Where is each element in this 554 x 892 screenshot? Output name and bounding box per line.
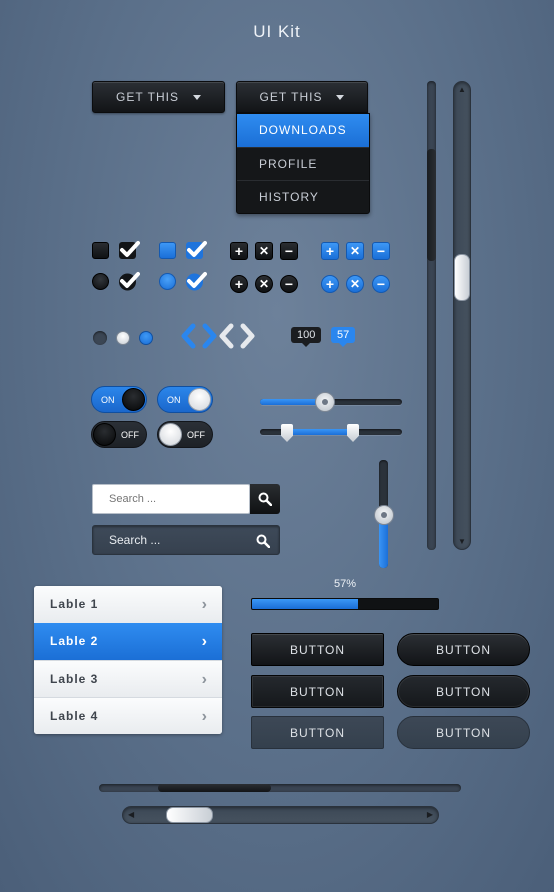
page-dot-blue[interactable] <box>139 331 153 345</box>
slider-handle[interactable] <box>315 392 335 412</box>
chevron-right-icon: › <box>201 633 208 650</box>
times-icon[interactable]: ✕ <box>346 275 364 293</box>
caret-down-icon <box>336 94 345 100</box>
times-icon[interactable]: ✕ <box>255 242 273 260</box>
chevron-right-icon <box>240 323 255 349</box>
checkbox-blue-unchecked[interactable] <box>159 242 176 259</box>
chevron-right-icon: › <box>201 671 208 688</box>
dropdown-menu: DOWNLOADS PROFILE HISTORY <box>236 113 370 214</box>
progress-label: 57% <box>333 578 357 590</box>
search-input[interactable] <box>92 484 250 514</box>
label-list: Lable 1 › Lable 2 › Lable 3 › Lable 4 › <box>34 586 222 734</box>
chevron-left-icon <box>219 323 234 349</box>
check-icon[interactable] <box>185 240 207 260</box>
menu-item-downloads[interactable]: DOWNLOADS <box>237 114 369 147</box>
range-slider-handle-high[interactable] <box>347 424 359 442</box>
scrollbar-thumb[interactable] <box>166 807 213 823</box>
plus-icon[interactable]: + <box>230 275 248 293</box>
toggle-label: ON <box>101 395 115 405</box>
chevron-right-icon: › <box>201 596 208 613</box>
radio-dark-unchecked[interactable] <box>92 273 109 290</box>
badge-count-blue: 57 <box>331 327 356 347</box>
button-square-pressed[interactable]: BUTTON <box>251 675 384 708</box>
toggle-knob <box>159 423 182 446</box>
toggle-on-dark[interactable]: ON <box>91 386 147 413</box>
list-item-selected[interactable]: Lable 2 › <box>34 623 222 660</box>
vertical-slider-handle[interactable] <box>374 505 394 525</box>
toggle-knob <box>122 388 145 411</box>
chevron-right-icon: › <box>201 708 208 725</box>
button-pill-dark[interactable]: BUTTON <box>397 633 530 666</box>
scrollbar-thumb[interactable] <box>454 254 470 301</box>
checkbox-dark-unchecked[interactable] <box>92 242 109 259</box>
dropdown-label: GET THIS <box>116 90 179 104</box>
toggle-off-dark[interactable]: OFF <box>91 421 147 448</box>
vertical-scrollbar-wide[interactable]: ▲ ▼ <box>453 81 471 550</box>
toggle-off-light[interactable]: OFF <box>157 421 213 448</box>
search-icon <box>258 492 272 506</box>
search-placeholder: Search ... <box>109 533 161 547</box>
arrow-down-icon[interactable]: ▼ <box>458 537 466 546</box>
toggle-on-light[interactable]: ON <box>157 386 213 413</box>
page-dot[interactable] <box>93 331 107 345</box>
times-icon[interactable]: ✕ <box>346 242 364 260</box>
minus-icon[interactable]: − <box>372 275 390 293</box>
button-square-muted[interactable]: BUTTON <box>251 716 384 749</box>
chevron-left-icon <box>181 323 196 349</box>
vertical-scrollbar-thin[interactable] <box>427 81 436 550</box>
toggle-label: ON <box>167 395 181 405</box>
list-item[interactable]: Lable 3 › <box>34 660 222 697</box>
chevron-right-icon <box>202 323 217 349</box>
arrow-up-icon[interactable]: ▲ <box>458 85 466 94</box>
minus-icon[interactable]: − <box>280 275 298 293</box>
plus-icon[interactable]: + <box>321 242 339 260</box>
menu-item-profile[interactable]: PROFILE <box>237 147 369 180</box>
list-item-label: Lable 1 <box>50 597 99 611</box>
get-this-dropdown-button[interactable]: GET THIS <box>92 81 225 113</box>
blue-arrows <box>181 323 217 349</box>
white-arrows <box>219 323 255 349</box>
range-slider-handle-low[interactable] <box>281 424 293 442</box>
dropdown-label: GET THIS <box>259 90 323 104</box>
list-item[interactable]: Lable 4 › <box>34 697 222 734</box>
arrow-left-icon[interactable]: ◀ <box>128 810 134 819</box>
button-square-dark[interactable]: BUTTON <box>251 633 384 666</box>
button-pill-muted[interactable]: BUTTON <box>397 716 530 749</box>
button-pill-pressed[interactable]: BUTTON <box>397 675 530 708</box>
times-icon[interactable]: ✕ <box>255 275 273 293</box>
toggle-label: OFF <box>121 430 139 440</box>
scrollbar-thumb[interactable] <box>158 784 271 792</box>
list-item[interactable]: Lable 1 › <box>34 586 222 623</box>
caret-down-icon <box>192 94 201 100</box>
menu-item-history[interactable]: HISTORY <box>237 180 369 213</box>
plus-icon[interactable]: + <box>230 242 248 260</box>
list-item-label: Lable 4 <box>50 709 99 723</box>
check-icon[interactable] <box>118 240 140 260</box>
progress-bar <box>251 598 439 610</box>
progress-fill <box>252 599 359 609</box>
horizontal-scrollbar-thin[interactable] <box>99 784 461 792</box>
radio-blue-unchecked[interactable] <box>159 273 176 290</box>
search-icon[interactable] <box>256 534 270 548</box>
page-title: UI Kit <box>253 22 301 41</box>
toggle-knob <box>93 423 116 446</box>
horizontal-scrollbar-wide[interactable]: ◀ ▶ <box>122 806 439 824</box>
list-item-label: Lable 2 <box>50 634 99 648</box>
minus-icon[interactable]: − <box>372 242 390 260</box>
toggle-label: OFF <box>187 430 205 440</box>
check-icon[interactable] <box>185 271 207 291</box>
plus-icon[interactable]: + <box>321 275 339 293</box>
get-this-dropdown-open-button[interactable]: GET THIS <box>236 81 368 113</box>
page-dot-active[interactable] <box>116 331 130 345</box>
range-slider-fill <box>287 429 353 435</box>
search-button[interactable] <box>250 484 280 514</box>
list-item-label: Lable 3 <box>50 672 99 686</box>
minus-icon[interactable]: − <box>280 242 298 260</box>
badge-count-dark: 100 <box>291 327 322 347</box>
check-icon[interactable] <box>118 271 140 291</box>
toggle-knob <box>188 388 211 411</box>
scrollbar-thumb[interactable] <box>427 149 436 261</box>
search-field-dark[interactable]: Search ... <box>92 525 280 555</box>
arrow-right-icon[interactable]: ▶ <box>427 810 433 819</box>
